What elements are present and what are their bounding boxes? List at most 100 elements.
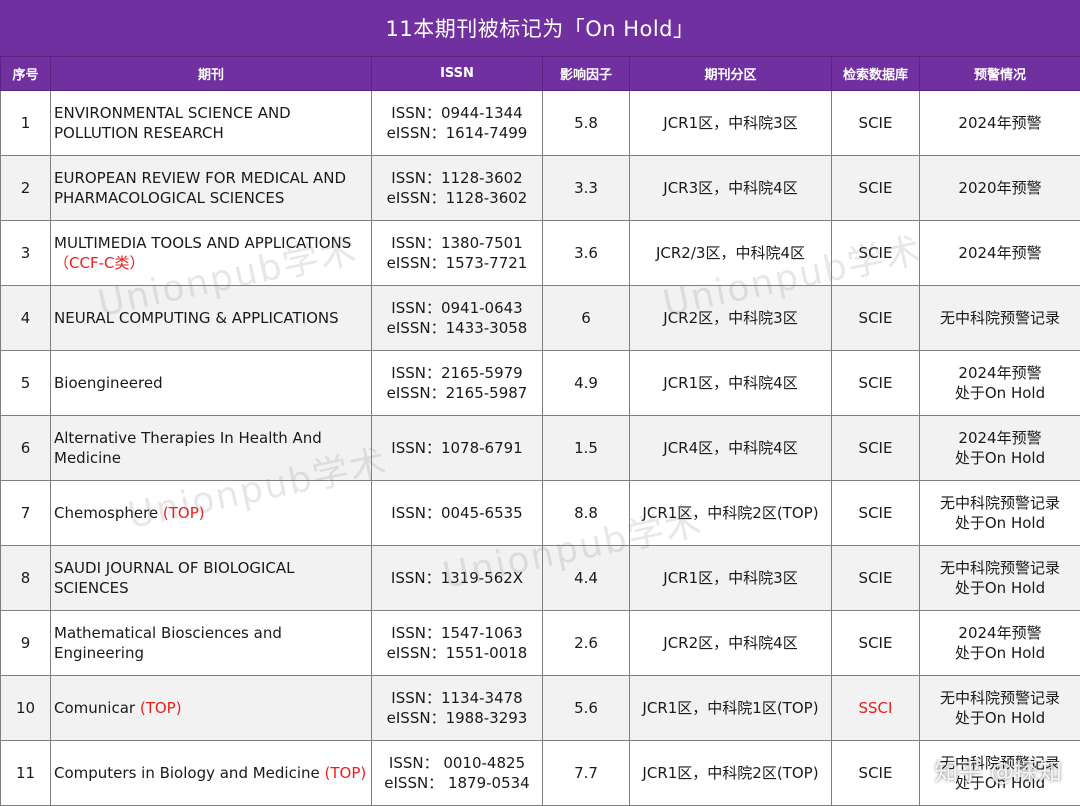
eissn-value: eISSN：1573-7721 (376, 253, 538, 273)
impact-factor: 4.9 (574, 374, 598, 392)
cell-no: 7 (1, 481, 51, 546)
cell-issn: ISSN： 0010-4825eISSN： 1879-0534 (372, 741, 543, 806)
journal-name: MULTIMEDIA TOOLS AND APPLICATIONS (54, 234, 351, 252)
cell-database: SCIE (832, 286, 920, 351)
cell-warning: 2024年预警 (920, 91, 1080, 156)
cell-journal-name: EUROPEAN REVIEW FOR MEDICAL AND PHARMACO… (51, 156, 372, 221)
warning-status: 无中科院预警记录 (924, 558, 1076, 578)
cell-issn: ISSN：0045-6535 (372, 481, 543, 546)
cell-journal-name: Chemosphere (TOP) (51, 481, 372, 546)
cell-zone: JCR1区，中科院3区 (630, 91, 832, 156)
journal-name: Computers in Biology and Medicine (54, 764, 320, 782)
eissn-value: eISSN：1128-3602 (376, 188, 538, 208)
table-row: 11Computers in Biology and Medicine (TOP… (1, 741, 1080, 806)
issn-value: ISSN：1547-1063 (376, 623, 538, 643)
cell-impact-factor: 1.5 (543, 416, 630, 481)
col-header-no: 序号 (1, 57, 51, 91)
cell-journal-name: Computers in Biology and Medicine (TOP) (51, 741, 372, 806)
col-header-issn: ISSN (372, 57, 543, 91)
cell-journal-name: SAUDI JOURNAL OF BIOLOGICAL SCIENCES (51, 546, 372, 611)
cell-warning: 2024年预警 (920, 221, 1080, 286)
cell-no: 3 (1, 221, 51, 286)
cell-warning: 无中科院预警记录处于On Hold (920, 676, 1080, 741)
cell-no: 10 (1, 676, 51, 741)
cell-impact-factor: 5.8 (543, 91, 630, 156)
cell-impact-factor: 3.3 (543, 156, 630, 221)
journal-tag: (TOP) (325, 764, 367, 782)
row-number: 9 (21, 634, 31, 652)
cell-impact-factor: 4.4 (543, 546, 630, 611)
cell-zone: JCR2/3区，中科院4区 (630, 221, 832, 286)
journal-zone: JCR1区，中科院1区(TOP) (642, 699, 818, 717)
cell-no: 8 (1, 546, 51, 611)
warning-status: 2024年预警 (924, 623, 1076, 643)
database-name: SCIE (859, 114, 893, 132)
journal-name: Bioengineered (54, 374, 163, 392)
cell-database: SCIE (832, 416, 920, 481)
journal-tag: (TOP) (163, 504, 205, 522)
cell-database: SCIE (832, 546, 920, 611)
journal-table: 序号 期刊 ISSN 影响因子 期刊分区 检索数据库 预警情况 1ENVIRON… (0, 56, 1080, 806)
impact-factor: 5.6 (574, 699, 598, 717)
journal-name: Mathematical Biosciences and Engineering (54, 624, 282, 662)
journal-tag: (TOP) (140, 699, 182, 717)
col-header-journal: 期刊 (51, 57, 372, 91)
database-name: SCIE (859, 764, 893, 782)
table-row: 1ENVIRONMENTAL SCIENCE AND POLLUTION RES… (1, 91, 1080, 156)
cell-journal-name: Bioengineered (51, 351, 372, 416)
journal-zone: JCR1区，中科院3区 (663, 569, 797, 587)
on-hold-status: 处于On Hold (924, 708, 1076, 728)
cell-issn: ISSN：2165-5979eISSN：2165-5987 (372, 351, 543, 416)
issn-value: ISSN：2165-5979 (376, 363, 538, 383)
col-header-warning: 预警情况 (920, 57, 1080, 91)
cell-warning: 2024年预警处于On Hold (920, 416, 1080, 481)
issn-value: ISSN：0941-0643 (376, 298, 538, 318)
impact-factor: 4.4 (574, 569, 598, 587)
col-header-database: 检索数据库 (832, 57, 920, 91)
warning-status: 2024年预警 (924, 428, 1076, 448)
table-row: 8SAUDI JOURNAL OF BIOLOGICAL SCIENCESISS… (1, 546, 1080, 611)
cell-issn: ISSN：0944-1344eISSN：1614-7499 (372, 91, 543, 156)
cell-database: SCIE (832, 611, 920, 676)
corner-watermark: 知乎 @探知 (934, 752, 1062, 787)
col-header-zone: 期刊分区 (630, 57, 832, 91)
on-hold-status: 处于On Hold (924, 578, 1076, 598)
cell-issn: ISSN：1547-1063eISSN：1551-0018 (372, 611, 543, 676)
impact-factor: 5.8 (574, 114, 598, 132)
cell-database: SSCI (832, 676, 920, 741)
issn-value: ISSN：1078-6791 (376, 438, 538, 458)
cell-zone: JCR3区，中科院4区 (630, 156, 832, 221)
cell-database: SCIE (832, 351, 920, 416)
journal-zone: JCR4区，中科院4区 (663, 439, 797, 457)
journal-tag: （CCF-C类） (54, 254, 144, 272)
cell-warning: 2024年预警处于On Hold (920, 351, 1080, 416)
cell-issn: ISSN：1078-6791 (372, 416, 543, 481)
issn-value: ISSN：1380-7501 (376, 233, 538, 253)
table-row: 2EUROPEAN REVIEW FOR MEDICAL AND PHARMAC… (1, 156, 1080, 221)
cell-journal-name: Comunicar (TOP) (51, 676, 372, 741)
on-hold-status: 处于On Hold (924, 448, 1076, 468)
database-name: SCIE (859, 634, 893, 652)
database-name: SCIE (859, 309, 893, 327)
on-hold-status: 处于On Hold (924, 513, 1076, 533)
row-number: 10 (16, 699, 35, 717)
row-number: 1 (21, 114, 31, 132)
journal-name: NEURAL COMPUTING & APPLICATIONS (54, 309, 339, 327)
impact-factor: 2.6 (574, 634, 598, 652)
cell-zone: JCR2区，中科院3区 (630, 286, 832, 351)
eissn-value: eISSN：1614-7499 (376, 123, 538, 143)
warning-status: 2020年预警 (924, 178, 1076, 198)
impact-factor: 3.6 (574, 244, 598, 262)
cell-zone: JCR1区，中科院2区(TOP) (630, 741, 832, 806)
cell-journal-name: NEURAL COMPUTING & APPLICATIONS (51, 286, 372, 351)
cell-no: 6 (1, 416, 51, 481)
issn-value: ISSN：1319-562X (376, 568, 538, 588)
on-hold-status: 处于On Hold (924, 643, 1076, 663)
row-number: 7 (21, 504, 31, 522)
table-row: 5BioengineeredISSN：2165-5979eISSN：2165-5… (1, 351, 1080, 416)
cell-warning: 无中科院预警记录处于On Hold (920, 546, 1080, 611)
database-name: SCIE (859, 504, 893, 522)
eissn-value: eISSN：1551-0018 (376, 643, 538, 663)
database-name: SSCI (859, 699, 893, 717)
journal-zone: JCR2区，中科院3区 (663, 309, 797, 327)
